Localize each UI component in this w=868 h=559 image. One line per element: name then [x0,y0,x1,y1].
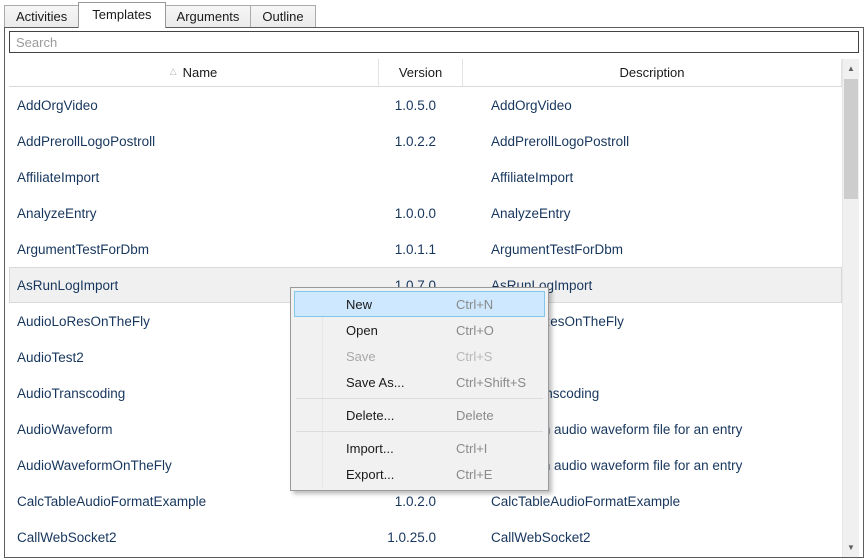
menu-item-shortcut: Ctrl+I [456,441,487,456]
menu-item-label: Delete... [346,408,394,423]
scroll-down-icon[interactable]: ▼ [843,539,859,556]
cell-description: ArgumentTestForDbm [463,242,842,257]
menu-item-export[interactable]: Export... Ctrl+E [294,461,545,487]
tab-bar: Activities Templates Arguments Outline [4,1,864,27]
column-header-description-label: Description [619,65,684,80]
column-header-version[interactable]: Version [379,59,463,86]
cell-description: CallWebSocket2 [463,530,842,545]
menu-item-label: Save [346,349,376,364]
cell-name: ArgumentTestForDbm [9,242,379,257]
table-row-addorgvideo[interactable]: AddOrgVideo 1.0.5.0 AddOrgVideo [9,87,842,123]
menu-item-shortcut: Ctrl+E [456,467,492,482]
tab-label: Outline [262,9,303,24]
table-row-addprerolllogopostroll[interactable]: AddPrerollLogoPostroll 1.0.2.2 AddPrerol… [9,123,842,159]
cell-version: 1.0.2.0 [379,494,463,509]
tab-outline[interactable]: Outline [250,5,315,27]
table-row-callwebsocket2[interactable]: CallWebSocket2 1.0.25.0 CallWebSocket2 [9,519,842,555]
menu-item-label: New [346,297,372,312]
cell-name: CallWebSocket2 [9,530,379,545]
menu-item-shortcut: Ctrl+O [456,323,494,338]
cell-version: 1.0.5.0 [379,98,463,113]
menu-item-shortcut: Delete [456,408,494,423]
menu-separator [294,428,545,435]
menu-item-shortcut: Ctrl+N [456,297,493,312]
cell-description: AddOrgVideo [463,98,842,113]
cell-description: AffiliateImport [463,170,842,185]
tab-label: Templates [92,7,151,22]
cell-description: CalcTableAudioFormatExample [463,494,842,509]
menu-item-label: Save As... [346,375,405,390]
tab-label: Activities [16,9,67,24]
tab-arguments[interactable]: Arguments [165,5,252,27]
menu-item-new[interactable]: New Ctrl+N [294,291,545,317]
menu-item-label: Open [346,323,378,338]
cell-version: 1.0.1.1 [379,242,463,257]
column-header-version-label: Version [399,65,442,80]
menu-item-shortcut: Ctrl+S [456,349,492,364]
cell-description: AnalyzeEntry [463,206,842,221]
cell-description: AddPrerollLogoPostroll [463,134,842,149]
scrollbar-thumb[interactable] [844,79,858,199]
menu-item-label: Export... [346,467,394,482]
table-row-analyzeentry[interactable]: AnalyzeEntry 1.0.0.0 AnalyzeEntry [9,195,842,231]
menu-item-delete[interactable]: Delete... Delete [294,402,545,428]
cell-name: AnalyzeEntry [9,206,379,221]
table-row-argumenttestfordbm[interactable]: ArgumentTestForDbm 1.0.1.1 ArgumentTestF… [9,231,842,267]
menu-item-import[interactable]: Import... Ctrl+I [294,435,545,461]
menu-item-label: Import... [346,441,394,456]
tab-activities[interactable]: Activities [4,5,79,27]
cell-name: AddOrgVideo [9,98,379,113]
scroll-up-icon[interactable]: ▲ [843,60,859,77]
table-header-row: △ Name Version Description [9,59,842,87]
tab-templates[interactable]: Templates [78,2,165,28]
menu-separator [294,395,545,402]
menu-item-save-as[interactable]: Save As... Ctrl+Shift+S [294,369,545,395]
cell-version: 1.0.25.0 [379,530,463,545]
menu-item-shortcut: Ctrl+Shift+S [456,375,526,390]
tab-label: Arguments [177,9,240,24]
column-header-name[interactable]: △ Name [9,59,379,86]
vertical-scrollbar[interactable]: ▲ ▼ [842,59,859,557]
sort-ascending-icon: △ [170,66,177,77]
search-input[interactable] [9,31,859,53]
cell-name: AffiliateImport [9,170,379,185]
context-menu: New Ctrl+N Open Ctrl+O Save Ctrl+S Save … [290,287,549,491]
cell-name: AddPrerollLogoPostroll [9,134,379,149]
app-window: Activities Templates Arguments Outline △… [0,0,868,559]
menu-item-save: Save Ctrl+S [294,343,545,369]
table-row-affiliateimport[interactable]: AffiliateImport AffiliateImport [9,159,842,195]
column-header-name-label: Name [183,65,218,80]
cell-version: 1.0.0.0 [379,206,463,221]
column-header-description[interactable]: Description [463,59,842,86]
cell-name: CalcTableAudioFormatExample [9,494,379,509]
cell-version: 1.0.2.2 [379,134,463,149]
menu-item-open[interactable]: Open Ctrl+O [294,317,545,343]
